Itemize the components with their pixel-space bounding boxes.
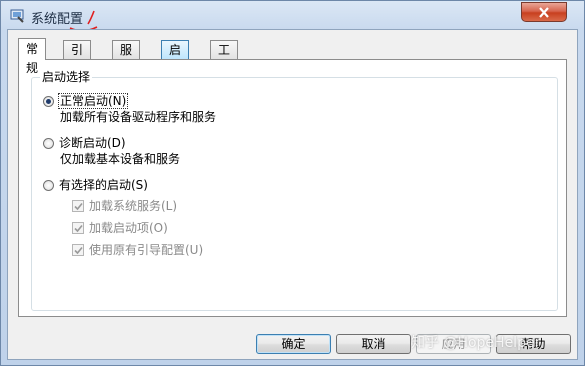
group-label: 启动选择 [40, 70, 93, 84]
general-panel: 启动选择 正常启动(N) 加载所有设备驱动程序和服务 诊断启动(D) 仅加载基本… [18, 59, 567, 317]
normal-startup-label[interactable]: 正常启动(N) [58, 93, 129, 109]
selective-startup-label[interactable]: 有选择的启动(S) [59, 178, 148, 192]
tab-tools[interactable]: 工具 [210, 40, 239, 74]
ok-button[interactable]: 确定 [256, 334, 331, 354]
close-icon [539, 6, 549, 18]
radio-dot [46, 99, 51, 104]
tab-boot[interactable]: 引导 [63, 40, 92, 74]
checkmark-icon [74, 246, 83, 255]
tab-services[interactable]: 服务 [112, 40, 141, 74]
app-icon [10, 8, 25, 23]
tab-startup[interactable]: 启动 [161, 40, 190, 74]
use-original-boot-config-checkbox[interactable] [72, 244, 84, 256]
normal-startup-desc: 加载所有设备驱动程序和服务 [60, 110, 217, 124]
selective-startup-radio[interactable] [43, 180, 54, 191]
cancel-button[interactable]: 取消 [336, 334, 411, 354]
startup-selection-group: 启动选择 正常启动(N) 加载所有设备驱动程序和服务 诊断启动(D) 仅加载基本… [31, 70, 558, 311]
diagnostic-startup-radio[interactable] [43, 138, 54, 149]
watermark: 知乎 @HopeHelper [411, 335, 541, 351]
title-bar[interactable]: 系统配置 [1, 1, 584, 32]
close-button[interactable] [521, 2, 567, 22]
system-config-window: 系统配置 常规 引导 服务 启动 工具 启动选择 正常启动(N) 加载所有设备驱 [0, 0, 585, 366]
load-startup-items-label: 加载启动项(O) [89, 221, 168, 235]
diagnostic-startup-label[interactable]: 诊断启动(D) [59, 136, 126, 150]
checkmark-icon [74, 224, 83, 233]
diagnostic-startup-desc: 仅加载基本设备和服务 [60, 152, 181, 166]
use-original-boot-config-label: 使用原有引导配置(U) [89, 243, 204, 257]
dialog-client: 常规 引导 服务 启动 工具 启动选择 正常启动(N) 加载所有设备驱动程序和服… [7, 29, 578, 360]
load-system-services-label: 加载系统服务(L) [89, 199, 178, 213]
load-system-services-checkbox[interactable] [72, 200, 84, 212]
checkmark-icon [74, 202, 83, 211]
normal-startup-radio[interactable] [43, 96, 54, 107]
tab-general[interactable]: 常规 [18, 38, 47, 75]
load-startup-items-checkbox[interactable] [72, 222, 84, 234]
